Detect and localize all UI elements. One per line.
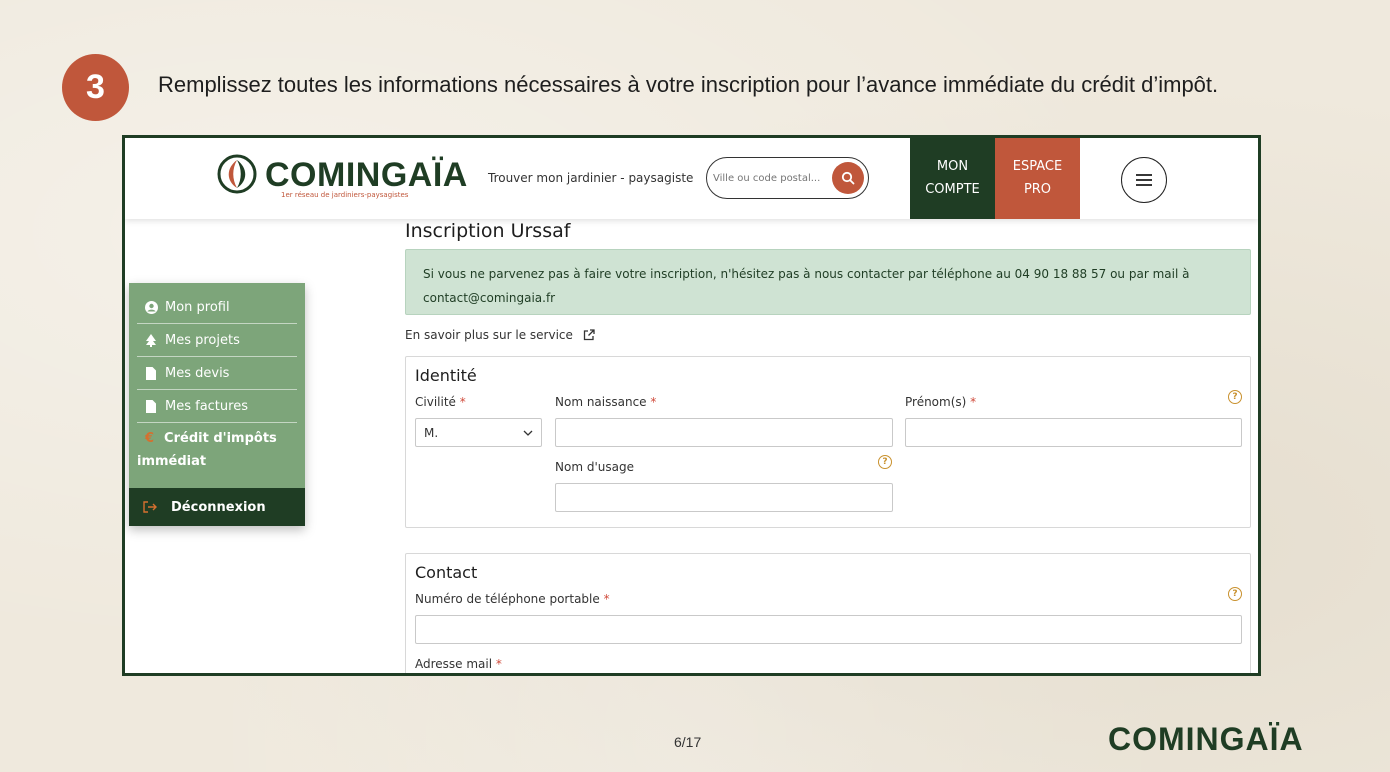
civility-select[interactable]: M. <box>415 418 542 447</box>
birth-name-label: Nom naissance * <box>555 395 657 409</box>
logo-tagline: 1er réseau de jardiniers-paysagistes <box>281 191 409 199</box>
tax-credit-label-line2: immédiat <box>137 453 207 469</box>
leaf-logo-icon[interactable] <box>217 154 257 194</box>
alert-email-link[interactable]: contact@comingaia.fr <box>423 286 1233 310</box>
pro-label-line1: ESPACE <box>1012 159 1063 175</box>
screenshot-frame: COMINGAÏA 1er réseau de jardiniers-paysa… <box>122 135 1261 676</box>
chevron-down-icon <box>523 430 533 436</box>
sidebar-item-profile[interactable]: Mon profil <box>137 291 297 324</box>
pro-space-button[interactable]: ESPACE PRO <box>995 138 1080 219</box>
learn-more-label: En savoir plus sur le service <box>405 328 573 342</box>
civility-label: Civilité * <box>415 395 466 409</box>
location-search <box>706 157 869 199</box>
search-icon <box>841 171 855 185</box>
tax-credit-label-line1: Crédit d'impôts <box>164 431 277 446</box>
alert-text-line1: Si vous ne parvenez pas à faire votre in… <box>423 267 1190 281</box>
file-icon <box>137 366 165 380</box>
contact-section: Contact Numéro de téléphone portable * ?… <box>405 553 1251 673</box>
search-button[interactable] <box>832 162 864 194</box>
civility-value: M. <box>424 425 439 440</box>
site-logo[interactable]: COMINGAÏA <box>265 156 468 195</box>
sidebar-item-label: Mes projets <box>165 332 240 348</box>
step-number-badge: 3 <box>62 54 129 121</box>
my-account-button[interactable]: MON COMPTE <box>910 138 995 219</box>
sidebar-item-quotes[interactable]: Mes devis <box>137 357 297 390</box>
usage-name-label: Nom d'usage <box>555 460 634 474</box>
page-title: Inscription Urssaf <box>405 220 571 242</box>
location-search-input[interactable] <box>713 169 825 187</box>
sidebar-item-label: Mes devis <box>165 365 230 381</box>
learn-more-link[interactable]: En savoir plus sur le service <box>405 328 595 342</box>
file-icon <box>137 399 165 413</box>
first-name-label: Prénom(s) * <box>905 395 977 409</box>
help-icon[interactable]: ? <box>1228 587 1242 601</box>
account-label-line1: MON <box>936 159 969 175</box>
user-icon <box>137 300 165 314</box>
sidebar-item-invoices[interactable]: Mes factures <box>137 390 297 423</box>
identity-section: Identité Civilité * M. Nom naissance * P… <box>405 356 1251 528</box>
euro-icon: € <box>145 431 155 446</box>
logout-button[interactable]: Déconnexion <box>129 488 305 526</box>
sidebar-item-label: Mes factures <box>165 398 248 414</box>
identity-title: Identité <box>415 366 477 385</box>
menu-button[interactable] <box>1121 157 1167 203</box>
phone-label: Numéro de téléphone portable * <box>415 592 610 606</box>
find-gardener-link[interactable]: Trouver mon jardinier - paysagiste <box>488 171 693 185</box>
external-link-icon <box>583 329 595 341</box>
sidebar-item-tax-credit[interactable]: € Crédit d'impôts immédiat <box>137 428 297 474</box>
sidebar-item-projects[interactable]: Mes projets <box>137 324 297 357</box>
birth-name-input[interactable] <box>555 418 893 447</box>
page-number: 6/17 <box>674 734 702 750</box>
step-instruction: Remplissez toutes les informations néces… <box>158 72 1219 97</box>
first-name-input[interactable] <box>905 418 1242 447</box>
phone-input[interactable] <box>415 615 1242 644</box>
logout-icon <box>129 501 171 513</box>
account-sidebar: Mon profil Mes projets Mes devis Mes fac… <box>129 283 305 526</box>
logout-label: Déconnexion <box>171 499 266 515</box>
contact-title: Contact <box>415 563 478 582</box>
pro-label-line2: PRO <box>1023 181 1052 197</box>
help-icon[interactable]: ? <box>878 455 892 469</box>
site-header: COMINGAÏA 1er réseau de jardiniers-paysa… <box>125 138 1258 219</box>
help-icon[interactable]: ? <box>1228 390 1242 404</box>
account-label-line2: COMPTE <box>925 181 980 197</box>
contact-help-alert: Si vous ne parvenez pas à faire votre in… <box>405 249 1251 315</box>
hamburger-icon <box>1136 174 1152 186</box>
tree-icon <box>137 333 165 347</box>
footer-logo: COMINGAÏA <box>1108 721 1304 757</box>
usage-name-input[interactable] <box>555 483 893 512</box>
email-label: Adresse mail * <box>415 657 502 671</box>
sidebar-item-label: Mon profil <box>165 299 230 315</box>
